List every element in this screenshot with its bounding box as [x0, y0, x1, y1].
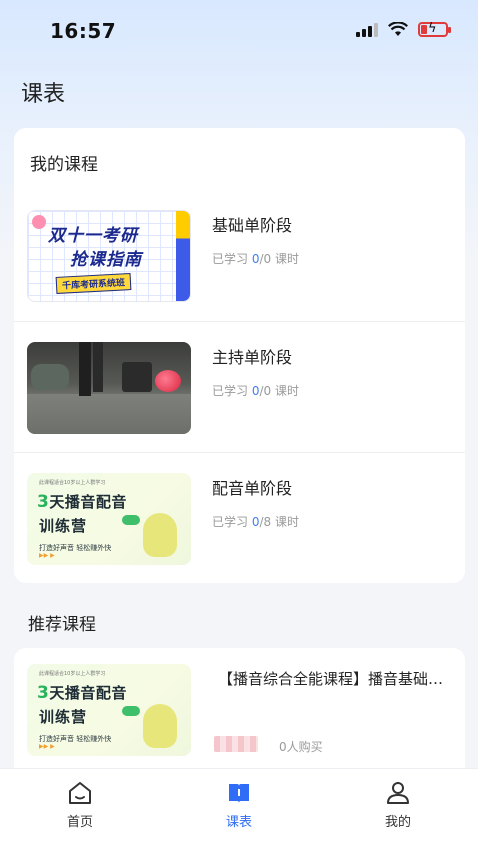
- bottom-tab-bar: 首页 课表 我的: [0, 768, 478, 850]
- tab-label: 首页: [66, 815, 93, 830]
- recommended-course-item[interactable]: 此课程适合10岁以上人群学习 3天播音配音 训练营 打造好声音 轻松赚外快 ▶▶…: [14, 648, 465, 788]
- course-name: 基础单阶段: [212, 216, 293, 235]
- battery-icon: ϟ: [418, 21, 451, 37]
- course-thumbnail: [27, 342, 191, 434]
- wifi-icon: [388, 22, 408, 36]
- course-thumbnail: 此课程适合10岁以上人群学习 3天播音配音 训练营 打造好声音 轻松赚外快 ▶▶…: [27, 473, 191, 565]
- tab-label: 课表: [225, 815, 252, 830]
- tab-home[interactable]: 首页: [45, 779, 115, 835]
- recommended-title: 推荐课程: [28, 615, 96, 635]
- course-name: 配音单阶段: [212, 479, 293, 498]
- course-name: 【播音综合全能课程】播音基础课程: [218, 670, 450, 688]
- my-courses-card: 我的课程 双十一考研 抢课指南 千库考研系统班 基础单阶段 已学习 0/0 课时…: [14, 128, 465, 583]
- thumbnail-headline-1: 3天播音配音: [37, 683, 127, 703]
- course-progress: 已学习 0/0 课时: [212, 252, 299, 266]
- tab-label: 我的: [384, 815, 411, 830]
- status-icons: ϟ: [356, 21, 451, 37]
- thumbnail-caption: 此课程适合10岁以上人群学习: [39, 671, 106, 677]
- my-courses-title: 我的课程: [30, 155, 98, 175]
- course-thumbnail: 此课程适合10岁以上人群学习 3天播音配音 训练营 打造好声音 轻松赚外快 ▶▶…: [27, 664, 191, 756]
- book-icon: [229, 784, 249, 803]
- arrow-decor-icon: ▶▶ ▶: [39, 743, 55, 750]
- microphone-icon: [143, 513, 177, 557]
- user-icon: [387, 782, 409, 804]
- tab-schedule[interactable]: 课表: [204, 779, 274, 835]
- home-icon: [69, 782, 91, 804]
- cellular-signal-icon: [356, 22, 378, 37]
- status-bar: 16:57 ϟ: [0, 0, 478, 62]
- buyer-count: 0人购买: [279, 740, 323, 754]
- tab-mine[interactable]: 我的: [363, 779, 433, 835]
- course-item-dubbing[interactable]: 此课程适合10岁以上人群学习 3天播音配音 训练营 打造好声音 轻松赚外快 ▶▶…: [14, 452, 465, 583]
- page-title: 课表: [21, 82, 66, 107]
- price-blurred: [214, 736, 258, 752]
- course-progress: 已学习 0/8 课时: [212, 515, 299, 529]
- course-item-basic[interactable]: 双十一考研 抢课指南 千库考研系统班 基础单阶段 已学习 0/0 课时: [14, 190, 465, 321]
- course-item-host[interactable]: 主持单阶段 已学习 0/0 课时: [14, 321, 465, 452]
- thumbnail-headline-2: 训练营: [39, 517, 88, 535]
- course-thumbnail: 双十一考研 抢课指南 千库考研系统班: [27, 210, 191, 302]
- thumbnail-headline-2: 训练营: [39, 708, 88, 726]
- thumbnail-caption: 此课程适合10岁以上人群学习: [39, 480, 106, 486]
- thumbnail-headline-1: 双十一考研: [48, 226, 138, 246]
- arrow-decor-icon: ▶▶ ▶: [39, 552, 55, 559]
- thumbnail-headline-2: 抢课指南: [70, 250, 142, 270]
- thumbnail-headline-1: 3天播音配音: [37, 492, 127, 512]
- microphone-icon: [143, 704, 177, 748]
- course-progress: 已学习 0/0 课时: [212, 384, 299, 398]
- course-name: 主持单阶段: [212, 348, 293, 367]
- status-time: 16:57: [50, 19, 117, 43]
